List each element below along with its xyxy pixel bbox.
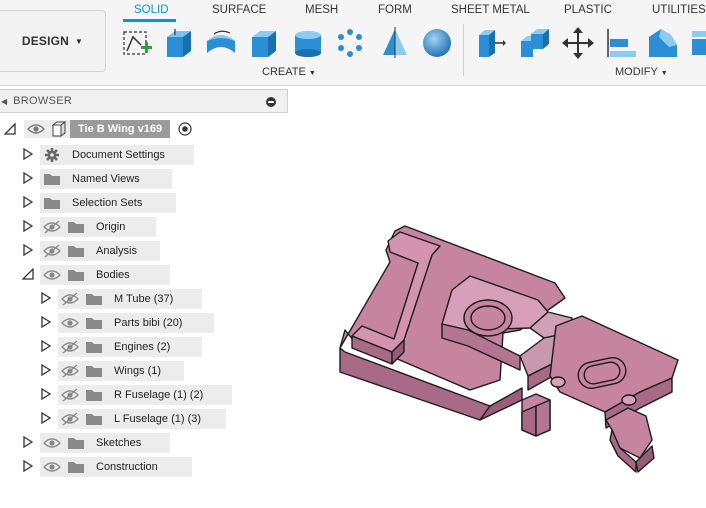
design-label: DESIGN bbox=[21, 34, 70, 48]
collapse-triangle-icon[interactable]: ◀ bbox=[1, 97, 7, 106]
expand-arrow-icon[interactable] bbox=[22, 436, 34, 448]
folder-icon bbox=[68, 438, 84, 449]
folder-icon bbox=[86, 318, 102, 329]
pattern-icon[interactable] bbox=[333, 26, 367, 60]
visibility-hidden-eye-icon[interactable] bbox=[61, 388, 79, 402]
create-label: CREATE bbox=[262, 66, 306, 78]
folder-icon bbox=[68, 246, 84, 257]
browser-node-label[interactable]: Origin bbox=[88, 217, 156, 237]
folder-icon bbox=[86, 294, 102, 305]
visibility-eye-icon[interactable] bbox=[43, 460, 61, 474]
browser-node-label[interactable]: M Tube (37) bbox=[106, 289, 202, 309]
visibility-eye-icon[interactable] bbox=[43, 268, 61, 282]
workspace-tabs: SOLID SURFACE MESH FORM SHEET METAL PLAS… bbox=[112, 0, 706, 22]
visibility-eye-icon[interactable] bbox=[27, 122, 45, 136]
modify-menu-button[interactable]: MODIFY ▼ bbox=[615, 66, 668, 78]
browser-node-label[interactable]: Selection Sets bbox=[64, 193, 176, 213]
caret-down-icon: ▼ bbox=[660, 70, 668, 77]
folder-icon bbox=[68, 270, 84, 281]
expand-arrow-icon[interactable] bbox=[40, 340, 52, 352]
expand-arrow-icon[interactable] bbox=[40, 412, 52, 424]
folder-icon bbox=[68, 462, 84, 473]
expand-arrow-icon[interactable] bbox=[40, 316, 52, 328]
document-component-icon bbox=[51, 121, 67, 137]
combine-icon[interactable] bbox=[518, 26, 552, 60]
browser-node-label[interactable]: Named Views bbox=[64, 169, 172, 189]
visibility-hidden-eye-icon[interactable] bbox=[61, 340, 79, 354]
tab-sheet-metal[interactable]: SHEET METAL bbox=[451, 4, 530, 16]
mirror-icon[interactable] bbox=[378, 26, 412, 60]
sphere-icon[interactable] bbox=[420, 26, 454, 60]
create-sketch-icon[interactable] bbox=[120, 26, 154, 60]
tab-utilities[interactable]: UTILITIES bbox=[652, 4, 706, 16]
expand-arrow-icon[interactable] bbox=[22, 244, 34, 256]
folder-icon bbox=[86, 366, 102, 377]
align-icon[interactable] bbox=[604, 26, 638, 60]
tie-wing-body[interactable] bbox=[339, 225, 679, 473]
tab-solid[interactable]: SOLID bbox=[134, 4, 169, 16]
cylinder-icon[interactable] bbox=[291, 26, 325, 60]
expand-arrow-icon[interactable] bbox=[22, 460, 34, 472]
expand-arrow-icon[interactable] bbox=[40, 364, 52, 376]
expanded-arrow-icon[interactable] bbox=[22, 268, 34, 280]
browser-node-label[interactable]: L Fuselage (1) (3) bbox=[106, 409, 226, 429]
browser-node-label[interactable]: Sketches bbox=[88, 433, 170, 453]
expand-arrow-icon[interactable] bbox=[22, 196, 34, 208]
visibility-hidden-eye-icon[interactable] bbox=[61, 364, 79, 378]
root-label[interactable]: Tie B Wing v169 bbox=[70, 120, 171, 138]
revolve-icon[interactable] bbox=[204, 26, 238, 60]
folder-icon bbox=[86, 414, 102, 425]
chamfer-icon[interactable] bbox=[646, 26, 680, 60]
extrude-icon[interactable] bbox=[162, 26, 196, 60]
expand-arrow-icon[interactable] bbox=[22, 172, 34, 184]
visibility-hidden-eye-icon[interactable] bbox=[61, 412, 79, 426]
toolbar-separator bbox=[463, 24, 464, 76]
browser-node-label[interactable]: Construction bbox=[88, 457, 192, 477]
create-menu-button[interactable]: CREATE ▼ bbox=[262, 66, 316, 78]
toolbar: DESIGN ▼ SOLID SURFACE MESH FORM SHEET M… bbox=[0, 0, 706, 86]
tab-mesh[interactable]: MESH bbox=[305, 4, 338, 16]
tab-plastic[interactable]: PLASTIC bbox=[564, 4, 612, 16]
caret-down-icon: ▼ bbox=[75, 36, 84, 46]
expand-arrow-icon[interactable] bbox=[40, 292, 52, 304]
shell-icon[interactable] bbox=[688, 26, 706, 60]
browser-node-label[interactable]: Parts bibi (20) bbox=[106, 313, 214, 333]
folder-icon bbox=[44, 174, 60, 185]
browser-minimize-icon[interactable] bbox=[266, 97, 276, 107]
tab-surface[interactable]: SURFACE bbox=[212, 4, 266, 16]
folder-icon bbox=[86, 342, 102, 353]
folder-icon bbox=[44, 198, 60, 209]
visibility-hidden-eye-icon[interactable] bbox=[61, 292, 79, 306]
browser-node-label[interactable]: Document Settings bbox=[64, 145, 194, 165]
browser-title: BROWSER bbox=[13, 95, 73, 107]
browser-header: ◀ BROWSER bbox=[0, 89, 288, 113]
expanded-arrow-icon[interactable] bbox=[4, 123, 16, 135]
browser-node-label[interactable]: R Fuselage (1) (2) bbox=[106, 385, 232, 405]
expand-arrow-icon[interactable] bbox=[40, 388, 52, 400]
browser-node-label[interactable]: Bodies bbox=[88, 265, 170, 285]
active-tab-indicator bbox=[123, 19, 176, 22]
move-icon[interactable] bbox=[561, 26, 595, 60]
gear-icon bbox=[45, 148, 59, 162]
expand-arrow-icon[interactable] bbox=[22, 148, 34, 160]
browser-node-label[interactable]: Engines (2) bbox=[106, 337, 202, 357]
box-icon[interactable] bbox=[247, 26, 281, 60]
visibility-hidden-eye-icon[interactable] bbox=[43, 244, 61, 258]
browser-node-label[interactable]: Wings (1) bbox=[106, 361, 184, 381]
design-workspace-button[interactable]: DESIGN ▼ bbox=[0, 10, 106, 72]
press-pull-icon[interactable] bbox=[474, 26, 508, 60]
visibility-eye-icon[interactable] bbox=[43, 436, 61, 450]
expand-arrow-icon[interactable] bbox=[22, 220, 34, 232]
modify-label: MODIFY bbox=[615, 66, 658, 78]
visibility-eye-icon[interactable] bbox=[61, 316, 79, 330]
browser-node-label[interactable]: Analysis bbox=[88, 241, 160, 261]
folder-icon bbox=[68, 222, 84, 233]
folder-icon bbox=[86, 390, 102, 401]
model-viewport[interactable] bbox=[300, 200, 700, 480]
activate-radio-icon[interactable] bbox=[178, 122, 192, 136]
visibility-hidden-eye-icon[interactable] bbox=[43, 220, 61, 234]
tab-form[interactable]: FORM bbox=[378, 4, 412, 16]
caret-down-icon: ▼ bbox=[308, 70, 316, 77]
